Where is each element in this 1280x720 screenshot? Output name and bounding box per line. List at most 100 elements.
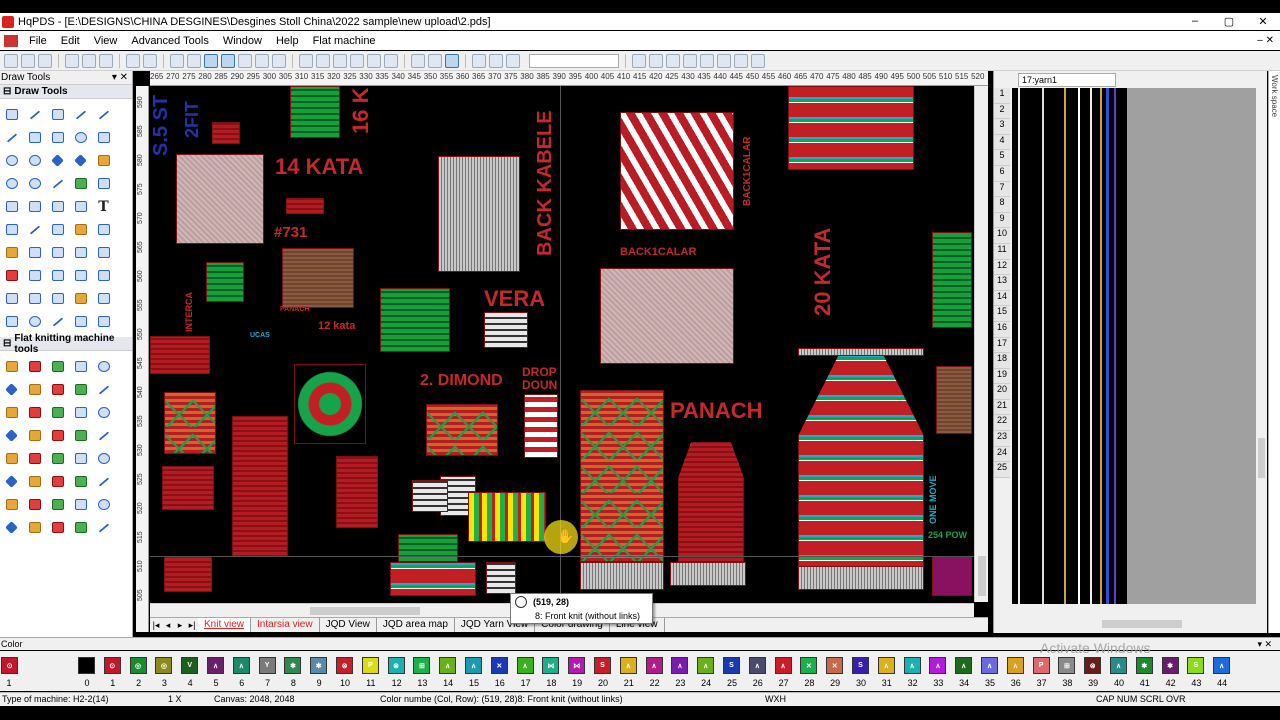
eyedrop-tool-icon[interactable] [23,287,46,310]
yarn-icon[interactable] [472,53,486,68]
flat-machine-tool-37-icon[interactable] [23,516,46,539]
current-color-swatch[interactable]: ⊙ [1,657,18,674]
window-cascade-icon[interactable] [428,53,442,68]
menu-advanced-tools[interactable]: Advanced Tools [124,35,215,47]
cut-icon[interactable] [65,53,79,68]
pattern-block[interactable] [176,154,264,244]
color-swatch-10[interactable]: ⊗ [336,657,353,674]
color-swatch-26[interactable]: ∧ [748,657,766,674]
color-swatch-4[interactable]: V [181,657,199,674]
pattern-block[interactable] [620,112,734,230]
pattern-block[interactable] [286,198,324,214]
flat-machine-tool-2-icon[interactable] [23,355,46,378]
machine-tool-2-icon[interactable] [649,53,663,68]
scroll-thumb[interactable] [1258,438,1265,478]
flat-machine-tool-14-icon[interactable] [69,401,92,424]
color-swatch-25[interactable]: S [723,657,740,674]
measure-tool-icon[interactable] [69,264,92,287]
align-tool-icon[interactable] [92,218,115,241]
pattern-block[interactable] [412,480,448,512]
column-tool-icon[interactable] [69,195,92,218]
tab-knit-view[interactable]: Knit view [198,618,252,632]
flat-machine-tool-40-icon[interactable] [92,516,115,539]
flat-machine-tool-35-icon[interactable] [92,493,115,516]
color-swatch-2[interactable]: ◎ [129,657,147,674]
circle-icon[interactable] [272,53,286,68]
pattern-block[interactable] [390,562,476,596]
pattern-block[interactable] [336,456,378,528]
flip-icon[interactable] [384,53,398,68]
color-swatch-27[interactable]: ∧ [774,657,792,674]
pattern-block[interactable] [788,86,914,170]
pattern-block[interactable] [438,156,520,272]
flat-machine-tool-30-icon[interactable] [92,470,115,493]
color-swatch-43[interactable]: S [1187,657,1205,674]
pattern-block[interactable] [282,248,354,308]
flat-machine-tool-31-icon[interactable] [0,493,23,516]
flat-machine-tool-20-icon[interactable] [92,424,115,447]
grid-tool-icon[interactable] [92,172,115,195]
filled-ellipse-tool-icon[interactable] [23,149,46,172]
canvas-vertical-scrollbar[interactable] [974,86,988,602]
line-tool-icon[interactable] [92,103,115,126]
filled-rect-tool-icon[interactable] [46,126,69,149]
window-split-icon[interactable] [445,53,459,68]
color-swatch-33[interactable]: ∧ [929,657,947,674]
pattern-block[interactable] [150,336,210,374]
dots-tool-icon[interactable] [23,195,46,218]
frame-icon[interactable] [367,53,381,68]
color-swatch-36[interactable]: ∧ [1006,657,1024,674]
color-swatch-37[interactable]: P [1032,657,1050,674]
paste-icon[interactable] [99,53,113,68]
clear-tool-icon[interactable] [0,310,23,333]
mirror-icon[interactable] [350,53,364,68]
color-swatch-0[interactable] [78,657,95,674]
flat-machine-tool-12-icon[interactable] [23,401,46,424]
color-swatch-28[interactable]: ✕ [800,657,818,674]
pattern-block[interactable] [290,86,340,138]
brush-tool-icon[interactable] [46,172,69,195]
color-swatch-16[interactable]: ✕ [490,657,508,674]
fill-area-tool-icon[interactable] [46,264,69,287]
color-swatch-42[interactable]: ✱ [1161,657,1179,674]
flat-machine-tool-18-icon[interactable] [46,424,69,447]
undo-icon[interactable] [126,53,140,68]
copy-tool-icon[interactable] [46,195,69,218]
menu-help[interactable]: Help [269,35,306,47]
color-swatch-31[interactable]: ∧ [877,657,895,674]
marquee-tool-icon[interactable] [23,103,46,126]
flat-machine-tool-7-icon[interactable] [23,378,46,401]
flat-machine-tool-1-icon[interactable] [0,355,23,378]
loop-tool-icon[interactable] [92,310,115,333]
flat-machine-tool-19-icon[interactable] [69,424,92,447]
color-swatch-9[interactable]: ✱ [310,657,328,674]
rotate-icon[interactable] [333,53,347,68]
select-tool-icon[interactable] [0,103,23,126]
color-swatch-12[interactable]: ⊗ [387,657,405,674]
menu-flat-machine[interactable]: Flat machine [306,35,383,47]
machine-tool-4-icon[interactable] [683,53,697,68]
flat-machine-tool-5-icon[interactable] [92,355,115,378]
pattern-block[interactable] [580,390,664,562]
color-swatch-3[interactable]: ◎ [155,657,173,674]
yarn-view[interactable] [1012,88,1256,604]
flat-machine-tool-3-icon[interactable] [46,355,69,378]
pattern-block[interactable] [206,262,244,302]
flat-machine-tool-8-icon[interactable] [46,378,69,401]
scroll-thumb[interactable] [978,556,986,596]
copy-icon[interactable] [82,53,96,68]
color-swatch-5[interactable]: ∧ [207,657,224,674]
flat-machine-tool-34-icon[interactable] [69,493,92,516]
menu-edit[interactable]: Edit [54,35,87,47]
scroll-thumb[interactable] [1102,620,1182,628]
cursor-mode-icon[interactable] [204,53,218,68]
workspace-side-tab[interactable]: Work space [1268,71,1280,633]
rounded-filled-tool-icon[interactable] [92,126,115,149]
minimize-button[interactable]: – [1178,15,1212,28]
flat-machine-tool-13-icon[interactable] [46,401,69,424]
settings-icon[interactable] [299,53,313,68]
diamond-tool-icon[interactable] [46,149,69,172]
tab-first-button[interactable]: |◂ [150,620,162,631]
pattern-block[interactable] [426,404,498,456]
flat-machine-tool-26-icon[interactable] [0,470,23,493]
